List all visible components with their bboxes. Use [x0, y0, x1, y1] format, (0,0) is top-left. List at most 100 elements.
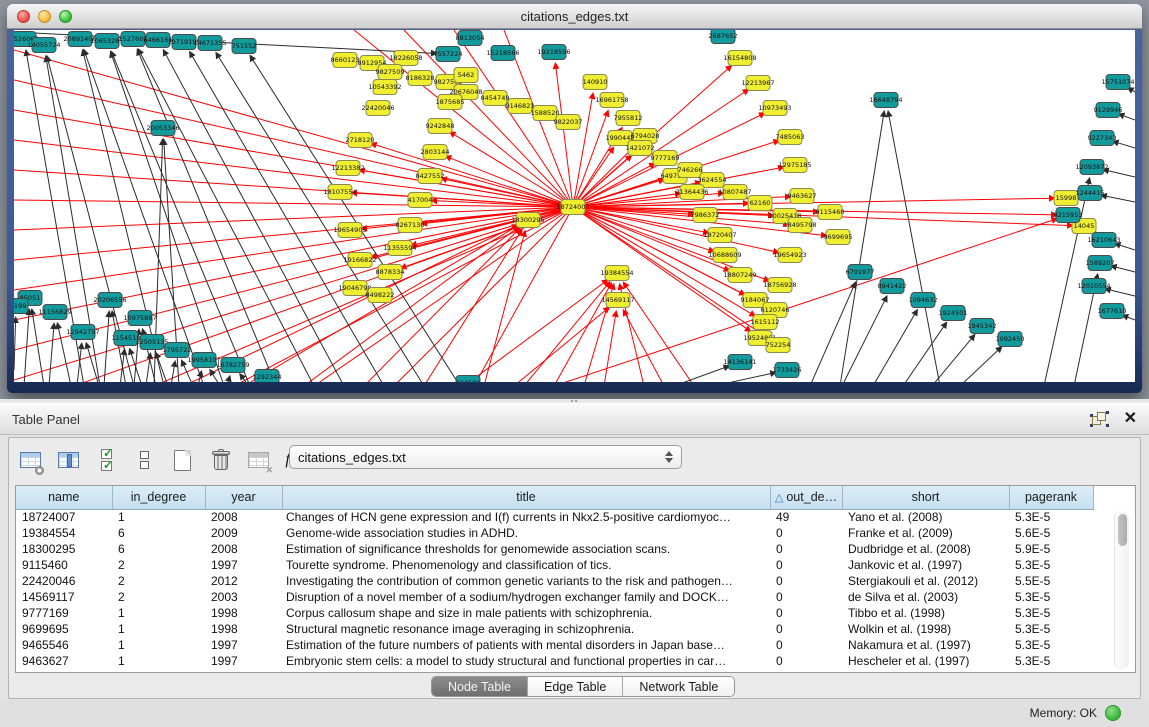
graph-node[interactable]: 752254 [766, 338, 791, 353]
tab-edge-table[interactable]: Edge Table [528, 677, 623, 696]
graph-node[interactable]: 8660123 [331, 53, 360, 68]
table-row[interactable]: 1830029562008Estimation of significance … [16, 541, 1136, 557]
zoom-window-button[interactable] [59, 10, 72, 23]
graph-node[interactable]: 1615112 [751, 315, 780, 330]
column-header-outde[interactable]: △out_de… [770, 486, 842, 509]
graph-node[interactable]: 11156829 [38, 305, 71, 320]
float-panel-icon[interactable] [1090, 411, 1110, 427]
graph-node[interactable]: 1924501 [939, 306, 968, 321]
graph-node[interactable]: 7557224 [434, 47, 463, 62]
graph-node[interactable]: 9777169 [651, 151, 680, 166]
graph-node[interactable]: 8267130 [396, 218, 425, 233]
graph-node[interactable]: 20053346 [146, 121, 179, 136]
table-row[interactable]: 1938455462009Genome-wide association stu… [16, 525, 1136, 541]
graph-node[interactable]: 2718120 [346, 133, 375, 148]
graph-node[interactable]: 39199 [14, 299, 28, 314]
show-column-icon[interactable] [53, 445, 84, 476]
graph-node[interactable]: 14671355 [193, 36, 226, 51]
table-row[interactable]: 1456911722003Disruption of a novel membe… [16, 589, 1136, 605]
tab-node-table[interactable]: Node Table [432, 677, 528, 696]
column-header-short[interactable]: short [842, 486, 1009, 509]
row-height-icon[interactable] [129, 445, 160, 476]
graph-node[interactable]: 15218566 [486, 46, 519, 61]
graph-node[interactable]: 9115460 [816, 205, 845, 220]
graph-node[interactable]: 19218596 [537, 45, 570, 60]
graph-node[interactable]: 19654903 [333, 223, 366, 238]
graph-node[interactable]: 8498222 [366, 288, 395, 303]
graph-node[interactable]: 12010554 [1077, 279, 1110, 294]
graph-node[interactable]: 12093872 [1075, 160, 1108, 175]
graph-node[interactable]: 14569117 [601, 293, 634, 308]
graph-node[interactable]: 16961758 [595, 93, 628, 108]
graph-node[interactable]: 1092450 [996, 332, 1025, 347]
minimize-window-button[interactable] [38, 10, 51, 23]
graph-node[interactable]: 10975887 [123, 311, 156, 326]
network-canvas-container[interactable]: 1872400786601238912954182260589827509105… [14, 30, 1135, 382]
close-panel-icon[interactable]: ✕ [1124, 411, 1137, 427]
graph-node[interactable]: 18226058 [389, 51, 422, 66]
graph-node[interactable]: 12942757 [66, 325, 99, 340]
graph-node[interactable]: 16782759 [216, 358, 249, 373]
table-row[interactable]: 1872400712008Changes of HCN gene express… [16, 509, 1136, 525]
graph-node[interactable]: 15751074 [1101, 75, 1134, 90]
graph-node[interactable]: 12213967 [741, 76, 774, 91]
graph-node[interactable]: 7485063 [776, 130, 805, 145]
graph-node[interactable]: 1589207 [1086, 256, 1115, 271]
graph-node[interactable]: 10973493 [758, 101, 791, 116]
graph-node[interactable]: 19166822 [343, 253, 376, 268]
graph-node[interactable]: 18724007 [556, 200, 589, 215]
graph-node[interactable]: 1733426 [773, 363, 802, 378]
graph-node[interactable]: 9699695 [824, 230, 853, 245]
table-row[interactable]: 946362711997Embryonic stem cells: a mode… [16, 653, 1136, 669]
graph-node[interactable]: 10688609 [708, 248, 741, 263]
column-header-title[interactable]: title [282, 486, 770, 509]
graph-node[interactable]: 19384554 [600, 266, 633, 281]
graph-node[interactable]: 8427552 [416, 169, 445, 184]
graph-node[interactable]: 8941422 [878, 279, 907, 294]
delete-column-icon[interactable] [205, 445, 236, 476]
new-column-icon[interactable] [167, 445, 198, 476]
graph-node[interactable]: 417004 [408, 193, 433, 208]
table-row[interactable]: 969969511998Structural magnetic resonanc… [16, 621, 1136, 637]
graph-node[interactable]: 19654923 [773, 248, 806, 263]
select-all-icon[interactable] [91, 445, 122, 476]
table-mode-icon[interactable] [15, 445, 46, 476]
graph-node[interactable]: 14055724 [27, 38, 60, 53]
graph-node[interactable]: 12213382 [331, 161, 364, 176]
graph-node[interactable]: 18756928 [763, 278, 796, 293]
graph-node[interactable]: 8813054 [456, 31, 485, 46]
graph-node[interactable]: 7986372 [691, 208, 720, 223]
table-row[interactable]: 911546021997Tourette syndrome. Phenomeno… [16, 557, 1136, 573]
graph-node[interactable]: 16648794 [869, 93, 902, 108]
close-window-button[interactable] [17, 10, 30, 23]
graph-node[interactable]: 18807249 [723, 268, 756, 283]
graph-node[interactable]: 62160 [748, 196, 772, 211]
graph-node[interactable]: 2803144 [421, 145, 450, 160]
table-scrollbar[interactable] [1114, 511, 1129, 669]
graph-node[interactable]: 18107554 [323, 185, 356, 200]
graph-node[interactable]: 18495798 [783, 218, 816, 233]
graph-node[interactable]: 20206556 [93, 293, 126, 308]
graph-node[interactable]: 5462 [454, 68, 478, 83]
graph-node[interactable]: 9827509 [376, 65, 405, 80]
graph-node[interactable]: 21364436 [675, 185, 708, 200]
graph-node[interactable]: 12975185 [778, 158, 811, 173]
graph-node[interactable]: 9822037 [554, 115, 583, 130]
graph-node[interactable]: 16210643 [1087, 233, 1120, 248]
graph-node[interactable]: 9227343 [1088, 131, 1117, 146]
graph-node[interactable]: 16154808 [723, 51, 756, 66]
graph-node[interactable]: 2687652 [709, 30, 738, 44]
graph-node[interactable]: 8878334 [376, 265, 405, 280]
graph-node[interactable]: 18300295 [511, 213, 544, 228]
column-header-pagerank[interactable]: pagerank [1009, 486, 1093, 509]
column-header-year[interactable]: year [205, 486, 282, 509]
graph-node[interactable]: 1244415 [1076, 186, 1105, 201]
graph-node[interactable]: 10807487 [718, 185, 751, 200]
graph-node[interactable]: 9129946 [1094, 103, 1123, 118]
graph-node[interactable]: 1677610 [1098, 304, 1127, 319]
graph-node[interactable]: 751552 [232, 39, 257, 54]
network-canvas[interactable]: 1872400786601238912954182260589827509105… [14, 30, 1135, 382]
column-header-indegree[interactable]: in_degree [112, 486, 205, 509]
graph-node[interactable]: 10543392 [368, 80, 401, 95]
graph-node[interactable]: 9463627 [788, 189, 817, 204]
